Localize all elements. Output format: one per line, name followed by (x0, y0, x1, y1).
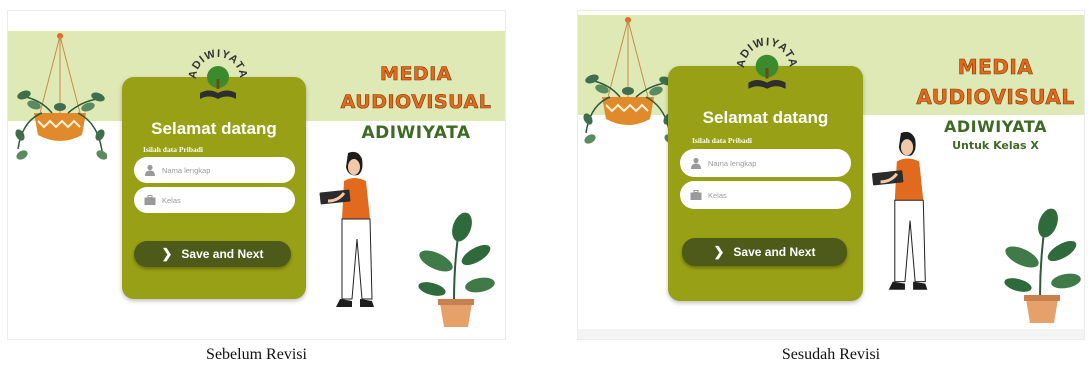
user-icon (691, 157, 701, 169)
caption-after: Sesudah Revisi (781, 346, 881, 363)
potted-plant-illustration (418, 212, 495, 327)
name-field[interactable] (134, 157, 295, 183)
title-audiovisual: AUDIOVISUAL (340, 91, 492, 114)
user-icon (145, 164, 155, 176)
adiwiyata-logo: ADIWIYATA (188, 48, 248, 99)
form-label: Isilah data Pribadi (143, 145, 204, 154)
title-media: MEDIA (957, 55, 1034, 80)
woman-with-laptop-illustration (871, 131, 928, 290)
class-input[interactable] (708, 190, 818, 200)
title-media: MEDIA (380, 63, 452, 86)
hanging-plant-illustration (15, 33, 107, 160)
welcome-heading: Selamat datang (702, 108, 829, 127)
briefcase-icon (690, 190, 702, 200)
briefcase-icon (144, 195, 156, 205)
caption-before: Sebelum Revisi (206, 346, 307, 363)
name-input[interactable] (162, 165, 272, 175)
before-revision-screenshot: Selamat datang Isilah data Pribadi ❯ Sav… (7, 10, 506, 340)
welcome-heading: Selamat datang (151, 119, 277, 138)
save-and-next-button[interactable]: ❯ Save and Next (682, 238, 847, 266)
chevron-right-icon: ❯ (161, 246, 173, 261)
hanging-plant-illustration (583, 17, 675, 144)
name-field[interactable] (680, 149, 851, 177)
class-input[interactable] (162, 195, 272, 205)
adiwiyata-logo: ADIWIYATA (736, 36, 798, 89)
class-field[interactable] (134, 187, 295, 213)
woman-with-laptop-illustration (319, 151, 374, 307)
class-field[interactable] (680, 181, 851, 209)
save-and-next-button[interactable]: ❯ Save and Next (134, 241, 291, 267)
chevron-right-icon: ❯ (713, 244, 725, 259)
app-canvas: Selamat datang Isilah data Pribadi ❯ Sav… (578, 11, 1084, 329)
after-revision-screenshot: Selamat datang Isilah data Pribadi ❯ Sav… (577, 10, 1085, 340)
title-adiwiyata: ADIWIYATA (361, 123, 471, 143)
potted-plant-illustration (1004, 208, 1081, 323)
button-label: Save and Next (181, 247, 264, 261)
name-input[interactable] (708, 158, 818, 168)
login-card: Selamat datang Isilah data Pribadi ❯ Sav… (122, 77, 306, 299)
button-label: Save and Next (733, 245, 816, 259)
login-card: Selamat datang Isilah data Pribadi ❯ Sav… (668, 66, 863, 301)
app-canvas: Selamat datang Isilah data Pribadi ❯ Sav… (8, 11, 505, 339)
form-label: Isilah data Pribadi (692, 136, 753, 145)
title-audiovisual: AUDIOVISUAL (916, 85, 1075, 110)
